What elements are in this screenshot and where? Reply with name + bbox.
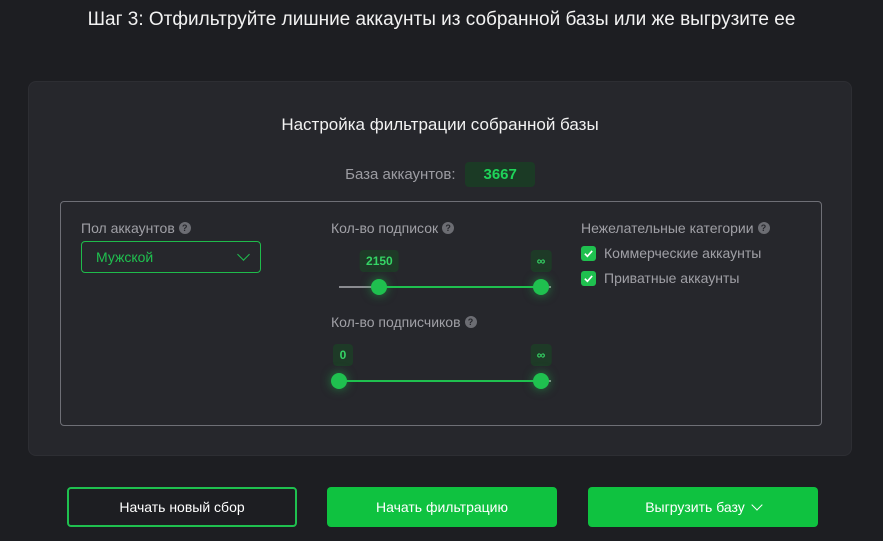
followers-max-value: ∞ [530, 344, 552, 366]
followers-min-handle[interactable] [331, 373, 347, 389]
card-title: Настройка фильтрации собранной базы [281, 115, 599, 134]
followers-range-slider[interactable]: 0 ∞ [331, 344, 552, 404]
unwanted-label-text: Нежелательные категории [581, 220, 754, 236]
help-icon[interactable]: ? [178, 222, 191, 234]
check-icon [584, 274, 593, 282]
slider-fill [379, 286, 541, 288]
unwanted-label: Нежелательные категории ? [581, 220, 770, 236]
private-checkbox-label: Приватные аккаунты [604, 270, 740, 286]
chevron-down-icon [751, 499, 763, 511]
commercial-checkbox-row[interactable]: Коммерческие аккаунты [581, 245, 761, 261]
export-base-button-label: Выгрузить базу [645, 499, 745, 515]
following-min-handle[interactable] [371, 279, 388, 295]
start-filter-button-label: Начать фильтрацию [376, 499, 508, 515]
slider-fill [339, 380, 541, 382]
gender-select-value: Мужской [96, 249, 154, 265]
gender-select[interactable]: Мужской [81, 241, 261, 273]
filter-settings-card: Настройка фильтрации собранной базы База… [28, 81, 852, 456]
new-collection-button[interactable]: Начать новый сбор [67, 487, 297, 527]
base-count-row: База аккаунтов: 3667 [29, 161, 851, 187]
page: Шаг 3: Отфильтруйте лишние аккаунты из с… [0, 0, 883, 541]
chevron-down-icon [237, 248, 250, 261]
help-icon[interactable]: ? [442, 222, 455, 234]
checkbox-checked[interactable] [581, 245, 596, 261]
followers-min-value: 0 [333, 344, 353, 366]
following-range-slider[interactable]: 2150 ∞ [331, 250, 552, 310]
following-max-value: ∞ [530, 250, 552, 272]
help-icon[interactable]: ? [464, 316, 477, 328]
commercial-checkbox-label: Коммерческие аккаунты [604, 245, 762, 261]
new-collection-button-label: Начать новый сбор [119, 499, 245, 515]
following-max-handle[interactable] [533, 279, 549, 295]
gender-label-text: Пол аккаунтов [81, 220, 175, 236]
start-filter-button[interactable]: Начать фильтрацию [327, 487, 557, 527]
private-checkbox-row[interactable]: Приватные аккаунты [581, 270, 740, 286]
gender-label: Пол аккаунтов ? [81, 220, 191, 236]
filter-box: Пол аккаунтов ? Мужской Кол-во подписок … [60, 201, 822, 426]
step-title: Шаг 3: Отфильтруйте лишние аккаунты из с… [87, 9, 796, 30]
base-label: База аккаунтов: [345, 165, 456, 183]
checkbox-checked[interactable] [581, 270, 596, 286]
check-icon [584, 249, 593, 257]
help-icon[interactable]: ? [757, 222, 770, 234]
followers-label: Кол-во подписчиков ? [331, 314, 477, 330]
following-min-value: 2150 [360, 250, 399, 272]
following-label-text: Кол-во подписок [331, 220, 439, 236]
base-count-badge: 3667 [465, 161, 535, 187]
followers-max-handle[interactable] [533, 373, 549, 389]
export-base-button[interactable]: Выгрузить базу [588, 487, 818, 527]
following-label: Кол-во подписок ? [331, 220, 455, 236]
followers-label-text: Кол-во подписчиков [331, 314, 461, 330]
